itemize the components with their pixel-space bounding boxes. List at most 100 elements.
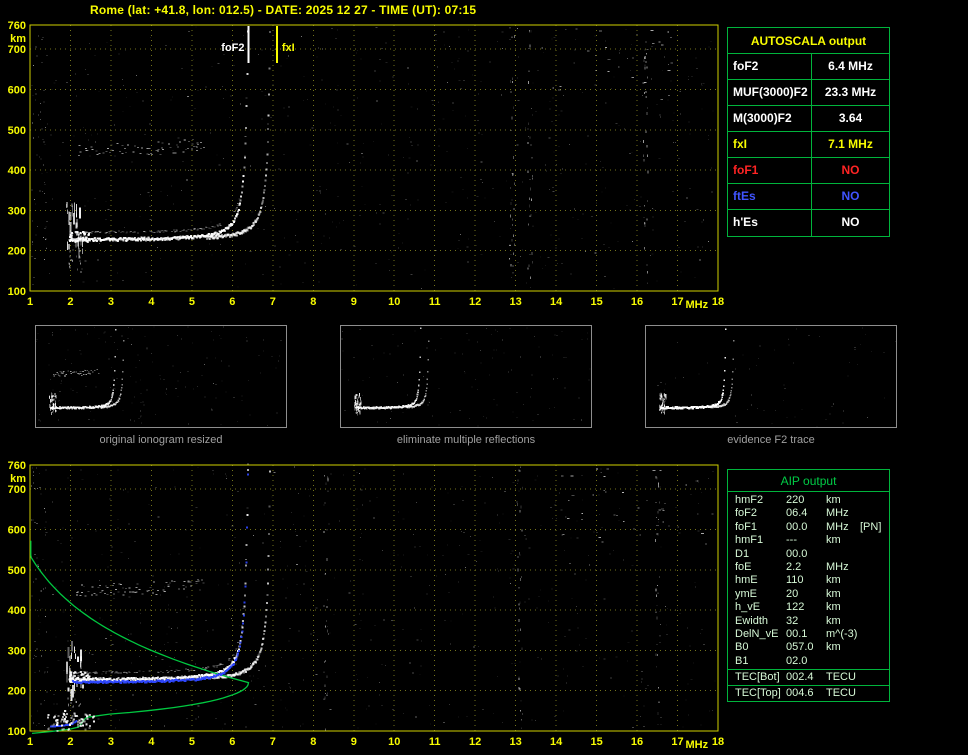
- thumbnail-caption-eliminate: eliminate multiple reflections: [396, 434, 536, 446]
- x-axis-tick: 10: [388, 736, 400, 748]
- aip-row-ymE: ymE 20 km: [728, 588, 889, 601]
- x-axis-tick: 13: [510, 736, 522, 748]
- x-axis-tick: 9: [351, 736, 357, 748]
- aip-row-hmE: hmE 110 km: [728, 574, 889, 587]
- multiple-reflection-trace: [75, 579, 205, 597]
- aip-row-B1: B1 02.0: [728, 655, 889, 668]
- x-axis-tick: 2: [67, 296, 73, 308]
- autoscala-row-foF2: foF2 6.4 MHz: [728, 54, 889, 80]
- aip-row-Ewidth: Ewidth 32 km: [728, 615, 889, 628]
- x-axis-tick: 12: [469, 296, 481, 308]
- autoscala-row-value: 3.64: [838, 111, 863, 125]
- station-date-title: Rome (lat: +41.8, lon: 012.5) - DATE: 20…: [90, 3, 477, 17]
- thumbnail-caption-original: original ionogram resized: [99, 434, 223, 446]
- aip-tec-label: TEC[Top]: [735, 687, 781, 700]
- x-axis-tick: 5: [189, 296, 195, 308]
- aip-row-DelN_vE: DelN_vE 00.1 m^(-3): [728, 628, 889, 641]
- thumbnail-original-ionogram-image: [36, 326, 282, 426]
- x-axis-tick: 3: [108, 296, 114, 308]
- x-axis-tick: 17: [671, 736, 683, 748]
- aip-output-table: AIP output hmF2 220 km foF2 06.4 MHz foF1 00.0 M…: [727, 469, 890, 703]
- x-axis-tick: 13: [510, 296, 522, 308]
- aip-row-label: foF1: [735, 520, 758, 533]
- autoscala-row-value: NO: [841, 215, 860, 229]
- aip-row-extra: [860, 507, 889, 520]
- aip-row-label: hmE: [735, 574, 758, 587]
- y-axis-tick: 400: [8, 605, 26, 617]
- x-axis-tick: 11: [429, 736, 441, 748]
- autoscala-output-table: AUTOSCALA output foF2 6.4 MHz MUF(3000)F2 2…: [727, 27, 890, 237]
- x-axis-tick: 6: [229, 736, 235, 748]
- y-axis-tick: 300: [8, 205, 26, 217]
- x-axis-tick: 2: [67, 736, 73, 748]
- f-region-spread-echo: [66, 641, 91, 708]
- autoscala-row-value: 7.1 MHz: [828, 137, 873, 151]
- marker-label: fxI: [282, 42, 295, 54]
- x-axis-tick: 8: [310, 296, 316, 308]
- aip-tec-label: TEC[Bot]: [735, 671, 780, 684]
- aip-tec-row-TEC[Top]: TEC[Top] 004.6 TECU: [727, 686, 890, 703]
- multiple-reflection-trace: [77, 139, 206, 157]
- aip-table-title: AIP output: [727, 469, 890, 492]
- y-axis-tick: 100: [8, 726, 26, 738]
- aip-row-extra: [860, 601, 889, 614]
- y-axis-tick: 760: [8, 460, 26, 472]
- aip-row-extra: [PN]: [860, 520, 882, 533]
- y-axis-unit: km: [10, 473, 26, 485]
- autoscala-row-label: M(3000)F2: [728, 106, 812, 131]
- aip-row-value: ---: [786, 534, 797, 547]
- autoscala-row-M(3000)F2: M(3000)F2 3.64: [728, 106, 889, 132]
- y-axis-tick: 500: [8, 125, 26, 137]
- x-axis-tick: 10: [388, 296, 400, 308]
- x-axis-tick: 18: [712, 296, 724, 308]
- y-axis-tick: 200: [8, 246, 26, 258]
- autoscala-row-label: fxI: [728, 132, 812, 157]
- autoscala-row-ftEs: ftEs NO: [728, 184, 889, 210]
- autoscala-app-window: Rome (lat: +41.8, lon: 012.5) - DATE: 20…: [0, 0, 968, 755]
- aip-row-hmF1: hmF1 --- km: [728, 534, 889, 547]
- x-axis-tick: 1: [27, 296, 33, 308]
- autoscala-row-h'Es: h'Es NO: [728, 210, 889, 236]
- aip-row-value: 057.0: [786, 641, 814, 654]
- top-ionogram-plot: 760700600500400300200100km1 2 3 4 5 6 7 8 9 10 11 1…: [8, 20, 724, 311]
- aip-row-extra: [860, 534, 889, 547]
- thumbnail-trace: [657, 327, 896, 427]
- aip-row-extra: [860, 561, 889, 574]
- ionogram-trace: [68, 463, 249, 683]
- aip-row-B0: B0 057.0 km: [728, 641, 889, 654]
- autoscala-row-label: ftEs: [728, 184, 812, 209]
- aip-row-label: D1: [735, 547, 750, 560]
- thumbnail-trace: [36, 326, 282, 426]
- aip-tec-unit: TECU: [826, 687, 856, 700]
- x-axis-tick: 12: [469, 736, 481, 748]
- x-axis-tick: 4: [148, 296, 155, 308]
- aip-row-value: 02.0: [786, 654, 808, 667]
- aip-row-unit: km: [826, 494, 841, 506]
- x-axis-tick: 14: [550, 296, 563, 308]
- aip-row-extra: [860, 548, 889, 561]
- aip-row-value: 32: [786, 614, 799, 627]
- plot-border: [29, 24, 719, 292]
- thumbnail-caption-evidence: evidence F2 trace: [727, 434, 815, 446]
- aip-row-label: foF2: [735, 507, 758, 520]
- thumbnail-eliminate-multiples-image: [341, 327, 591, 427]
- thumbnail-evidence-f2: [645, 325, 897, 428]
- bottom-ionogram-plot: 760700600500400300200100km1 2 3 4 5 6 7 8 9 10 11 1…: [8, 460, 724, 751]
- fof2-marker: foF2: [221, 26, 250, 63]
- aip-row-foF2: foF2 06.4 MHz: [728, 507, 889, 520]
- axis-labels: 760700600500400300200100km1 2 3 4 5 6 7 8 9 10 11 1…: [8, 20, 724, 311]
- x-axis-tick: 7: [270, 296, 276, 308]
- aip-row-extra: [860, 494, 889, 507]
- x-axis-tick: 14: [550, 736, 563, 748]
- aip-row-h_vE: h_vE 122 km: [728, 601, 889, 614]
- aip-row-label: Ewidth: [735, 614, 769, 627]
- aip-row-unit: km: [826, 641, 841, 654]
- aip-row-hmF2: hmF2 220 km: [728, 494, 889, 507]
- aip-row-value: 110: [786, 574, 804, 587]
- aip-row-extra: [860, 628, 889, 641]
- aip-row-unit: km: [826, 574, 841, 587]
- autoscala-row-MUF(3000)F2: MUF(3000)F2 23.3 MHz: [728, 80, 889, 106]
- autoscala-row-label: h'Es: [728, 210, 812, 236]
- y-axis-tick: 300: [8, 645, 26, 657]
- aip-row-extra: [860, 574, 889, 587]
